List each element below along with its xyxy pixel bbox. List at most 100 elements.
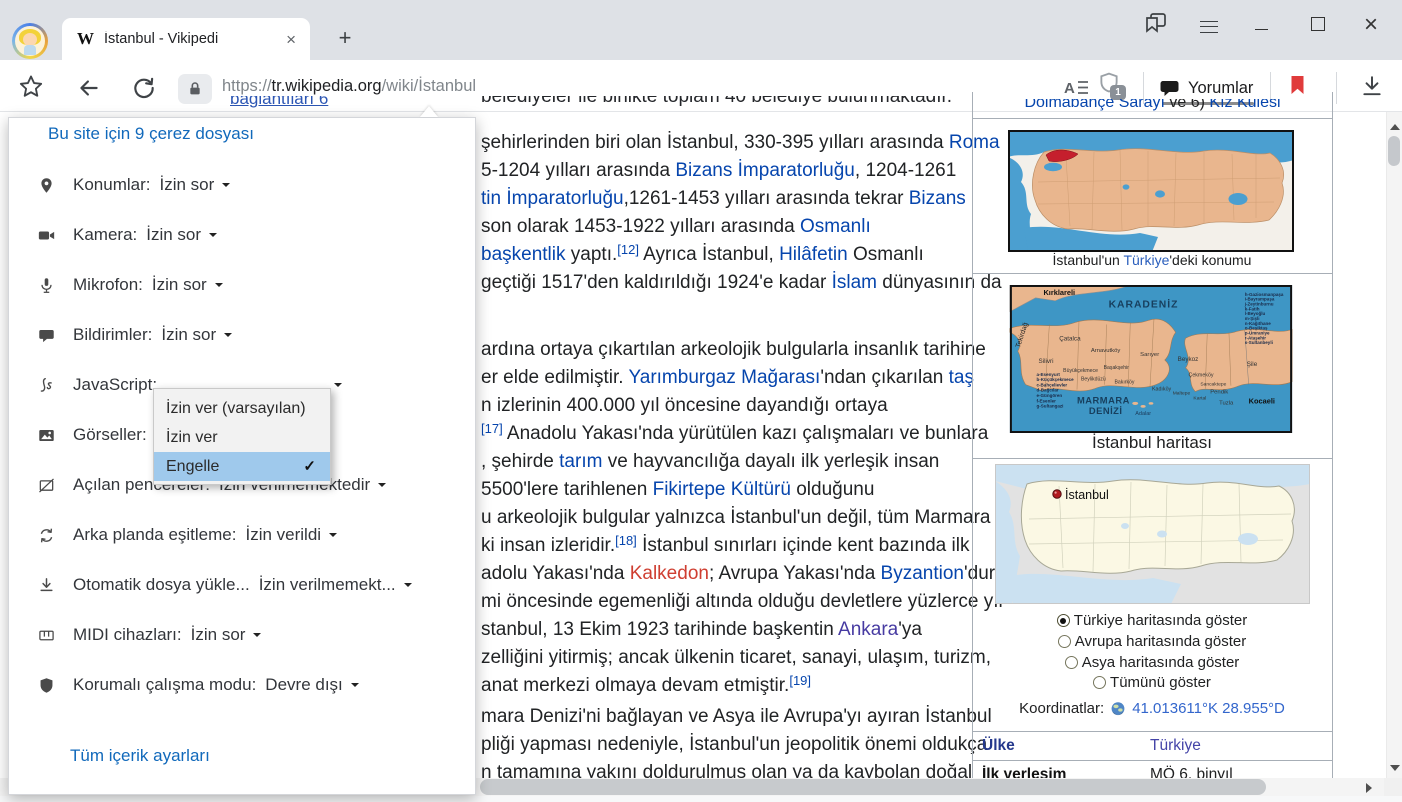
citation-link[interactable]: [17]: [481, 421, 503, 436]
maximize-icon[interactable]: [1311, 17, 1325, 31]
menu-icon[interactable]: [1200, 16, 1218, 37]
article-link[interactable]: İslam: [832, 272, 877, 293]
permission-row-sync[interactable]: Arka planda eşitleme:İzin verildi: [38, 523, 337, 547]
permission-row-images[interactable]: Görseller:: [38, 423, 156, 447]
chevron-down-icon[interactable]: [253, 633, 261, 641]
map-radio-option[interactable]: Avrupa haritasında göster: [972, 633, 1332, 650]
article-link-visited[interactable]: Ankara: [838, 619, 898, 640]
collections-icon[interactable]: [1144, 12, 1168, 39]
istanbul-district-map[interactable]: KARADENİZMARMARADENİZİKırklareliKocaeliT…: [1008, 285, 1294, 433]
permission-row-midi[interactable]: MIDI cihazları: İzin sor: [38, 623, 261, 647]
article-link[interactable]: Fikirtepe Kültürü: [653, 479, 791, 500]
globe-icon[interactable]: [1110, 701, 1126, 717]
permission-row-shield[interactable]: Korumalı çalışma modu:Devre dışı: [38, 673, 359, 697]
autodownload-icon: [38, 575, 58, 595]
article-link[interactable]: taş: [949, 367, 974, 388]
map-radio-option[interactable]: Asya haritasında göster: [972, 654, 1332, 671]
table-row-label[interactable]: Ülke: [982, 737, 1015, 755]
article-link[interactable]: Bizans: [909, 188, 966, 209]
article-link[interactable]: başkentlik: [481, 244, 566, 265]
article-link[interactable]: tarım: [559, 451, 602, 472]
permission-value[interactable]: İzin verildi: [245, 525, 321, 545]
permission-value[interactable]: İzin sor: [159, 175, 214, 195]
scroll-up-arrow[interactable]: [1390, 119, 1400, 130]
article-link[interactable]: Bizans İmparatorluğu: [675, 160, 855, 181]
radio-icon[interactable]: [1065, 656, 1078, 669]
chevron-down-icon[interactable]: [222, 183, 230, 191]
check-icon: ✓: [303, 452, 316, 481]
horizontal-scrollbar-thumb[interactable]: [480, 779, 1266, 795]
scroll-right-arrow[interactable]: [1366, 783, 1377, 793]
permission-value[interactable]: İzin verilmemekt...: [259, 575, 396, 595]
dropdown-option[interactable]: İzin ver: [154, 423, 330, 452]
permission-row-camera[interactable]: Kamera: İzin sor: [38, 223, 217, 247]
chevron-down-icon[interactable]: [329, 533, 337, 541]
permission-row-notifications[interactable]: Bildirimler:İzin sor: [38, 323, 232, 347]
article-text: 'ya: [898, 619, 922, 640]
radio-icon[interactable]: [1058, 635, 1071, 648]
permission-label: Kamera:: [73, 225, 137, 245]
citation-link[interactable]: [12]: [617, 242, 639, 257]
favorite-bookmark-icon[interactable]: [1290, 75, 1305, 100]
close-window-icon[interactable]: ×: [1364, 13, 1378, 37]
infobox-caption-link[interactable]: Kız Kulesi: [1209, 99, 1280, 111]
chevron-down-icon[interactable]: [334, 383, 342, 391]
permission-value[interactable]: Devre dışı: [265, 675, 342, 695]
article-link[interactable]: Byzantion: [881, 563, 964, 584]
panel-caret: [420, 106, 438, 117]
chevron-down-icon[interactable]: [378, 483, 386, 491]
chevron-down-icon[interactable]: [215, 283, 223, 291]
minimize-icon[interactable]: [1255, 29, 1268, 30]
clipped-text-strip: bağlantıları 6 belediyeler ile birlikte …: [0, 96, 965, 114]
radio-icon[interactable]: [1093, 676, 1106, 689]
permission-row-autodownload[interactable]: Otomatik dosya yükle...İzin verilmemekt.…: [38, 573, 412, 597]
radio-selected-icon[interactable]: [1057, 614, 1070, 627]
clipped-link-fragment[interactable]: bağlantıları 6: [230, 96, 328, 109]
citation-link[interactable]: [19]: [789, 673, 811, 688]
immersive-reader-icon[interactable]: A: [1062, 74, 1092, 102]
new-tab-button[interactable]: +: [332, 25, 358, 51]
turkiye-link[interactable]: Türkiye: [1123, 252, 1169, 268]
permission-value[interactable]: İzin sor: [146, 225, 201, 245]
article-red-link[interactable]: Kalkedon: [630, 563, 709, 584]
chevron-down-icon[interactable]: [351, 683, 359, 691]
chevron-down-icon[interactable]: [224, 333, 232, 341]
dropdown-option[interactable]: Engelle✓: [154, 452, 330, 481]
chevron-down-icon[interactable]: [209, 233, 217, 241]
permission-row-location[interactable]: Konumlar:İzin sor: [38, 173, 230, 197]
coordinates-link[interactable]: 41.013611°K 28.955°D: [1132, 700, 1285, 717]
downloads-icon[interactable]: [1360, 74, 1384, 103]
cookies-in-use-link[interactable]: Bu site için 9 çerez dosyası: [38, 124, 254, 144]
infobox-separator: [972, 273, 1333, 274]
map-label: Arnavutköy: [1091, 348, 1121, 354]
vertical-scrollbar[interactable]: [1386, 112, 1402, 778]
article-link[interactable]: Yarımburgaz Mağarası: [629, 367, 821, 388]
map-radio-option[interactable]: Türkiye haritasında göster: [972, 612, 1332, 629]
turkey-location-map[interactable]: [1008, 130, 1294, 252]
close-tab-icon[interactable]: ×: [282, 29, 300, 50]
infobox-caption-link[interactable]: Dolmabahçe Sarayı: [1024, 99, 1165, 111]
permission-value[interactable]: İzin sor: [161, 325, 216, 345]
article-link[interactable]: Osmanlı: [800, 216, 871, 237]
scroll-down-arrow[interactable]: [1390, 765, 1400, 776]
browser-tab[interactable]: W İstanbul - Vikipedi ×: [62, 18, 310, 60]
permission-value[interactable]: İzin sor: [152, 275, 207, 295]
citation-link[interactable]: [18]: [615, 533, 637, 548]
chevron-down-icon[interactable]: [404, 583, 412, 591]
article-link[interactable]: Roma: [949, 132, 1000, 153]
radio-label: Tümünü göster: [1110, 674, 1211, 691]
istanbul-pushpin-map[interactable]: İstanbul: [995, 464, 1310, 604]
permission-row-microphone[interactable]: Mikrofon:İzin sor: [38, 273, 223, 297]
article-link[interactable]: Hilâfetin: [779, 244, 848, 265]
permission-value[interactable]: İzin sor: [191, 625, 246, 645]
dropdown-option[interactable]: İzin ver (varsayılan): [154, 394, 330, 423]
map-label: Beylikdüzü: [1081, 377, 1106, 383]
all-content-settings-link[interactable]: Tüm içerik ayarları: [70, 746, 210, 766]
vertical-scrollbar-thumb[interactable]: [1388, 136, 1400, 166]
profile-avatar[interactable]: [12, 23, 48, 59]
permission-label: MIDI cihazları:: [73, 625, 182, 645]
article-link[interactable]: tin İmparatorluğu: [481, 188, 624, 209]
map-label: KARADENİZ: [1109, 298, 1179, 311]
map-radio-option[interactable]: Tümünü göster: [972, 674, 1332, 691]
table-row-value[interactable]: Türkiye: [1150, 737, 1201, 755]
